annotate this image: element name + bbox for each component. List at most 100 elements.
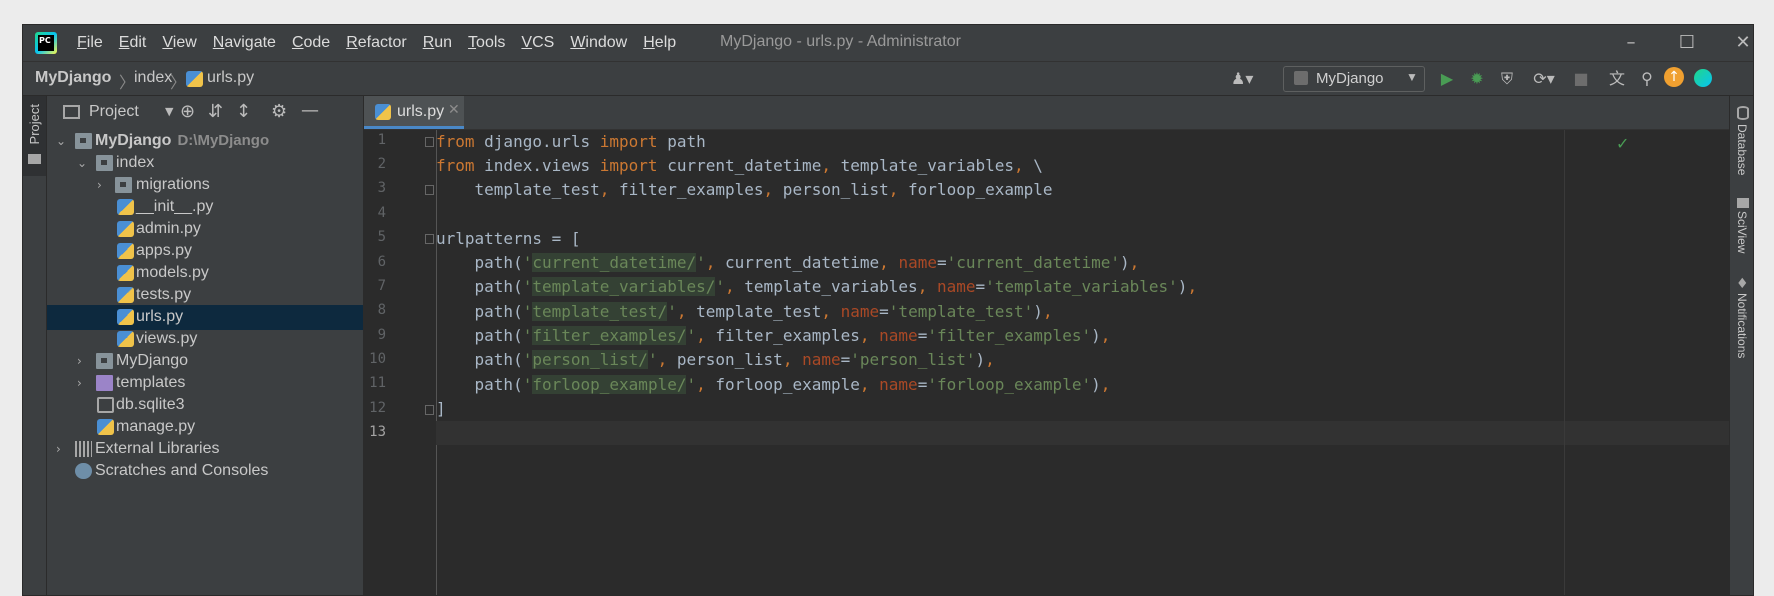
menu-window[interactable]: Window [570, 34, 627, 52]
tool-tab-sciview[interactable]: SciView [1735, 211, 1749, 253]
hide-panel-icon[interactable]: — [301, 100, 319, 121]
profile-icon[interactable]: ⟳▾ [1526, 69, 1562, 89]
line-number: 7 [377, 278, 386, 294]
line-number: 4 [377, 205, 386, 221]
menu-edit[interactable]: Edit [119, 34, 147, 52]
editor-tab-bar: urls.py ✕ ⋮ [364, 96, 1744, 130]
line-number: 5 [377, 229, 386, 245]
tab-urls-py[interactable]: urls.py ✕ [364, 96, 464, 129]
pycharm-logo-icon[interactable]: PC [35, 32, 57, 54]
menu-run[interactable]: Run [423, 34, 452, 52]
chevron-down-icon[interactable]: ⌄ [56, 134, 68, 148]
panel-layout-icon [63, 105, 80, 119]
tree-label: manage.py [116, 418, 196, 435]
line-number: 10 [369, 351, 386, 367]
database-file-icon [97, 397, 114, 413]
inspection-ok-icon[interactable]: ✓ [1616, 134, 1629, 153]
close-tab-icon[interactable]: ✕ [448, 102, 460, 118]
tree-label: tests.py [136, 286, 192, 303]
tree-label: apps.py [136, 242, 193, 259]
run-icon[interactable]: ▶ [1436, 69, 1458, 89]
folder-icon [96, 353, 113, 369]
project-panel: Project ▼ ⊕ ⇵ ↕ ⚙ — ⌄ MyDjango D:\MyDjang… [47, 96, 364, 595]
debug-icon[interactable]: ✹ [1466, 69, 1488, 89]
chevron-down-icon: ▼ [1406, 70, 1418, 84]
tree-label: Scratches and Consoles [95, 462, 269, 479]
menu-code[interactable]: Code [292, 34, 330, 52]
tool-tab-notifications[interactable]: Notifications [1735, 293, 1749, 358]
menu-view[interactable]: View [162, 34, 196, 52]
tool-tab-database[interactable]: Database [1735, 124, 1749, 175]
templates-folder-icon [96, 375, 113, 391]
python-file-icon [117, 309, 134, 325]
chevron-right-icon[interactable]: › [77, 354, 89, 368]
chevron-right-icon[interactable]: › [97, 178, 109, 192]
breadcrumb-folder[interactable]: index [134, 69, 172, 87]
breadcrumb-project[interactable]: MyDjango [35, 69, 111, 87]
right-tool-stripe: Database SciView ♦ Notifications [1729, 96, 1753, 595]
project-panel-header: Project ▼ ⊕ ⇵ ↕ ⚙ — [47, 96, 363, 129]
breadcrumb-file[interactable]: urls.py [207, 69, 254, 87]
window-title: MyDjango - urls.py - Administrator [720, 33, 961, 50]
project-tool-tab[interactable]: Project [23, 96, 46, 176]
menu-refactor[interactable]: Refactor [346, 34, 406, 52]
python-file-icon [117, 331, 134, 347]
code-line: path('forloop_example/', forloop_example… [436, 375, 1111, 394]
expand-all-icon[interactable]: ⇵ [208, 101, 223, 122]
line-number: 8 [377, 302, 386, 318]
gear-icon[interactable]: ⚙ [271, 101, 287, 122]
minimize-icon[interactable]: – [1613, 29, 1649, 57]
fold-marker-icon[interactable] [425, 234, 434, 244]
translate-icon[interactable]: 文 [1606, 69, 1628, 89]
tree-path: D:\MyDjango [177, 132, 270, 149]
collapse-all-icon[interactable]: ↕ [236, 101, 251, 122]
python-file-icon [97, 419, 114, 435]
code-line: path('person_list/', person_list, name='… [436, 350, 995, 369]
chevron-right-icon[interactable]: › [56, 442, 68, 456]
logo-text: PC [38, 35, 54, 51]
code-line: from index.views import current_datetime… [436, 156, 1043, 175]
python-file-icon [117, 199, 134, 215]
fold-marker-icon[interactable] [425, 185, 434, 195]
code-line: from django.urls import path [436, 132, 706, 151]
code-line: path('template_variables/', template_var… [436, 277, 1198, 296]
menu-tools[interactable]: Tools [468, 34, 505, 52]
chevron-down-icon[interactable]: ▼ [165, 105, 173, 118]
line-number: 9 [377, 327, 386, 343]
navigation-bar: MyDjango 〉 index 〉 urls.py ♟▾ MyDjango ▼… [23, 62, 1753, 96]
ide-window: PC File Edit View Navigate Code Refactor… [22, 24, 1754, 596]
menu-file[interactable]: File [77, 34, 103, 52]
maximize-icon[interactable]: ☐ [1669, 29, 1705, 57]
tree-label: views.py [136, 330, 198, 347]
chevron-down-icon[interactable]: ⌄ [77, 156, 89, 170]
run-configuration-select[interactable]: MyDjango ▼ [1283, 66, 1425, 92]
fold-marker-icon[interactable] [425, 405, 434, 415]
close-window-icon[interactable]: ✕ [1725, 29, 1753, 57]
code-line: path('current_datetime/', current_dateti… [436, 253, 1140, 272]
menu-navigate[interactable]: Navigate [213, 34, 276, 52]
project-panel-title[interactable]: Project [89, 103, 139, 121]
fold-marker-icon[interactable] [425, 137, 434, 147]
scratches-icon [75, 463, 92, 479]
title-bar: PC File Edit View Navigate Code Refactor… [23, 25, 1753, 62]
tree-label: __init__.py [136, 198, 214, 215]
user-account-icon[interactable]: ♟▾ [1231, 69, 1253, 89]
code-line: ] [436, 399, 446, 418]
search-icon[interactable]: ⚲ [1636, 69, 1658, 89]
tree-label: MyDjango [116, 352, 189, 369]
update-icon[interactable]: ↑ [1664, 67, 1684, 87]
tree-label: db.sqlite3 [116, 396, 185, 413]
jetbrains-ai-icon[interactable] [1694, 69, 1712, 87]
menu-vcs[interactable]: VCS [521, 34, 554, 52]
tree-label: External Libraries [95, 440, 220, 457]
code-area[interactable]: ✓ from django.urls import path from inde… [436, 130, 1729, 595]
tree-item-scratches[interactable]: Scratches and Consoles [47, 459, 363, 484]
line-number: 13 [369, 424, 386, 440]
sciview-icon [1737, 198, 1749, 208]
folder-icon [96, 155, 113, 171]
locate-file-icon[interactable]: ⊕ [180, 101, 195, 122]
coverage-icon[interactable]: ⛨ [1496, 69, 1518, 89]
chevron-right-icon[interactable]: › [77, 376, 89, 390]
menu-help[interactable]: Help [643, 34, 676, 52]
tree-label: index [116, 154, 155, 171]
